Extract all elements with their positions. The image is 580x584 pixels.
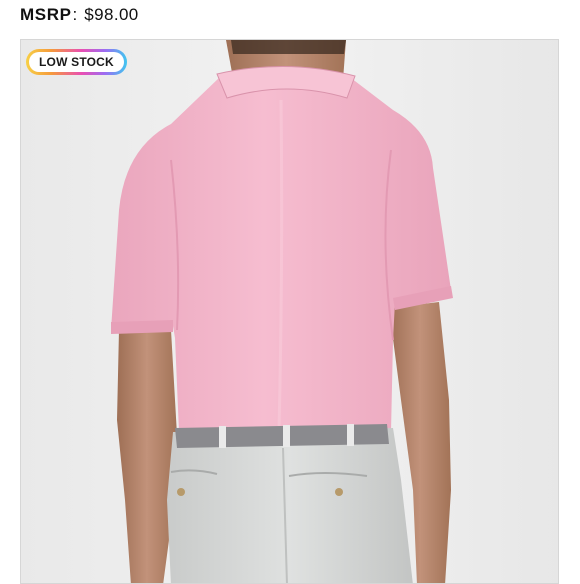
pants <box>167 428 413 583</box>
low-stock-badge: LOW STOCK <box>26 49 127 75</box>
msrp-value: $98.00 <box>84 5 139 24</box>
belt <box>175 424 389 448</box>
belt-loop <box>283 425 290 447</box>
product-image[interactable]: LOW STOCK <box>20 39 559 584</box>
pocket-button <box>177 488 185 496</box>
left-sleeve-hem <box>111 320 173 334</box>
msrp-separator: : <box>72 5 78 24</box>
low-stock-badge-label: LOW STOCK <box>29 52 124 72</box>
pocket-button <box>335 488 343 496</box>
price-row: MSRP : $98.00 <box>20 5 139 29</box>
product-photo <box>21 40 558 583</box>
belt-loop <box>219 426 226 448</box>
msrp-label: MSRP <box>20 5 72 24</box>
belt-loop <box>347 424 354 446</box>
hair <box>231 40 346 54</box>
